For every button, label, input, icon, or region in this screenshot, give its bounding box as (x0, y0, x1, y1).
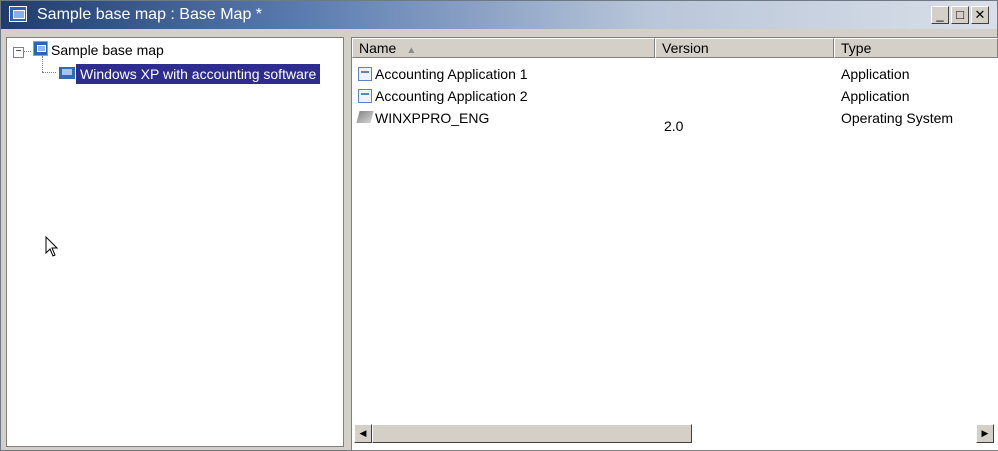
operating-system-icon (356, 111, 374, 123)
tree-collapse-toggle[interactable]: − (13, 47, 24, 58)
scroll-right-button[interactable]: ▶ (976, 424, 994, 443)
column-header-name-label: Name (359, 40, 397, 56)
title-bar[interactable]: Sample base map : Base Map * _ □ ✕ (1, 1, 997, 29)
scroll-left-button[interactable]: ◀ (354, 424, 372, 443)
tree-panel: − Sample base map Windows XP with accoun… (6, 37, 344, 447)
column-header-version[interactable]: Version (655, 38, 834, 58)
row-version: 2.0 (664, 118, 684, 134)
row-name: WINXPPRO_ENG (375, 110, 490, 126)
row-type: Operating System (841, 110, 954, 126)
tree-item-windows-xp[interactable]: Windows XP with accounting software (76, 64, 321, 84)
row-type: Application (841, 88, 910, 104)
tree-connector (23, 51, 31, 52)
tree-connector (42, 56, 43, 72)
window-app-icon[interactable] (9, 6, 27, 22)
scroll-thumb[interactable] (372, 424, 692, 443)
tree-connector (42, 72, 56, 73)
list-row[interactable]: WINXPPRO_ENG 2.0 Operating System (352, 110, 992, 134)
column-header-type[interactable]: Type (834, 38, 998, 58)
list-row[interactable]: Accounting Application 2 Application (352, 88, 992, 110)
close-button[interactable]: ✕ (971, 6, 989, 24)
base-map-icon (33, 41, 48, 56)
list-row[interactable]: Accounting Application 1 Application (352, 66, 992, 88)
application-icon (358, 89, 372, 103)
minimize-button[interactable]: _ (931, 6, 949, 24)
column-header-name[interactable]: Name ▲ (352, 38, 655, 58)
list-panel: Name ▲ Version Type Accounting Applicatio… (351, 37, 998, 451)
application-icon (358, 67, 372, 81)
sort-ascending-icon: ▲ (406, 45, 417, 56)
row-name: Accounting Application 2 (375, 88, 528, 104)
base-map-window: Sample base map : Base Map * _ □ ✕ − Sam… (0, 0, 998, 451)
window-title: Sample base map : Base Map * (37, 6, 263, 23)
computer-icon (58, 66, 76, 80)
row-name: Accounting Application 1 (375, 66, 528, 82)
maximize-button[interactable]: □ (951, 6, 969, 24)
horizontal-scrollbar[interactable]: ◀ ▶ (354, 424, 994, 444)
row-type: Application (841, 66, 910, 82)
mouse-pointer-icon (45, 236, 59, 257)
tree-root-label[interactable]: Sample base map (51, 42, 164, 58)
list-header: Name ▲ Version Type (352, 38, 998, 60)
